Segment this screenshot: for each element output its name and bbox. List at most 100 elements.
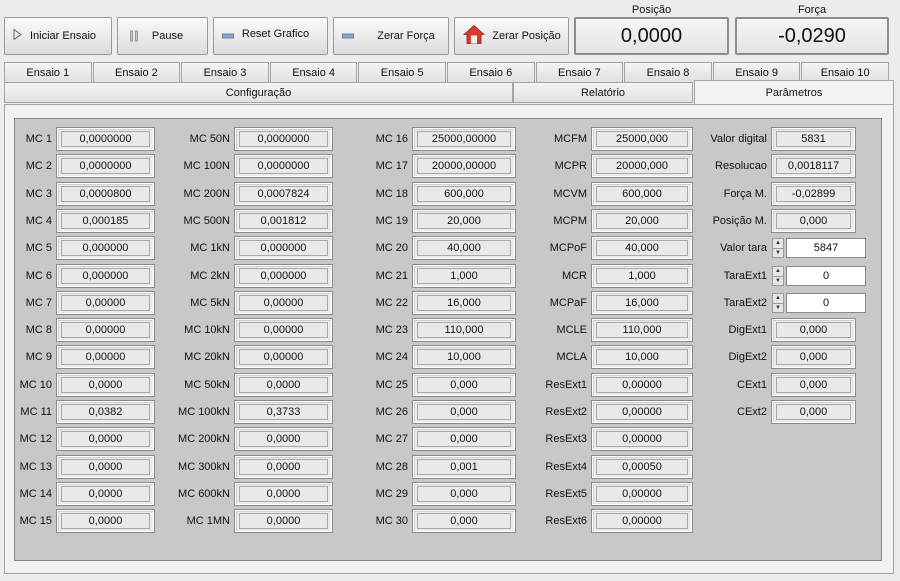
pause-label: Pause	[151, 30, 184, 42]
param-row: MC 20kN 0,00000	[165, 345, 333, 370]
param-label: MC 27	[375, 433, 408, 446]
param-value: 25000,000	[596, 131, 688, 147]
tab-ensaio-6[interactable]: Ensaio 6	[447, 62, 535, 82]
param-value-box: 0,000	[771, 208, 856, 233]
parametros-panel: MC 1 0,0000000 MC 2 0,0000000 MC 3 0,0000800 M…	[4, 104, 894, 574]
param-row: MC 15 0,0000	[15, 509, 155, 534]
zerar-posicao-button[interactable]: Zerar Posição	[454, 17, 569, 55]
param-label: Resolucao	[715, 160, 767, 173]
param-row: MC 20 40,000	[345, 236, 516, 261]
param-row: MC 6 0,000000	[15, 263, 155, 288]
iniciar-ensaio-button[interactable]: Iniciar Ensaio	[4, 17, 112, 55]
param-value-box: 600,000	[412, 181, 516, 206]
param-label: MC 500N	[183, 214, 230, 227]
spinner-arrows-icon[interactable]: ▲ ▼	[772, 292, 784, 313]
param-value: 25000,00000	[417, 131, 511, 147]
tab-ensaio-9[interactable]: Ensaio 9	[712, 62, 801, 82]
tab-ensaio-5[interactable]: Ensaio 5	[358, 62, 446, 82]
param-value-box: 10,000	[591, 345, 693, 370]
param-value-box: 0,00000	[234, 318, 333, 343]
param-label: MC 50N	[189, 133, 230, 145]
param-value-box: 0,0000	[234, 454, 333, 479]
param-value: 0,0000000	[61, 158, 150, 175]
param-label: MC 21	[375, 269, 408, 282]
param-value-box: 0,001812	[234, 208, 333, 233]
tab-ensaio-3[interactable]: Ensaio 3	[181, 62, 269, 82]
param-label: MC 16	[375, 133, 408, 145]
tab-ensaio-10[interactable]: Ensaio 10	[801, 62, 889, 82]
home-icon	[462, 24, 486, 48]
zerar-forca-button[interactable]: Zerar Força	[333, 17, 449, 55]
param-value: 0,001812	[239, 212, 328, 229]
param-row: MC 24 10,000	[345, 345, 516, 370]
param-input[interactable]: 0	[786, 265, 866, 286]
reset-grafico-button[interactable]: Reset Grafico	[213, 17, 328, 55]
param-row: MC 3 0,0000800	[15, 181, 155, 206]
param-value-box: 0,0018117	[771, 154, 856, 179]
param-value: 600,000	[596, 185, 688, 202]
param-value: 0,0000	[61, 513, 150, 530]
param-value-box: 0,00000	[56, 345, 155, 370]
param-label: MC 12	[19, 433, 52, 446]
param-label: ResExt4	[545, 460, 587, 473]
tab-ensaio-4[interactable]: Ensaio 4	[269, 62, 358, 82]
spin-down-icon[interactable]: ▼	[773, 302, 783, 313]
param-row: MC 2 0,0000000	[15, 154, 155, 179]
pause-button[interactable]: Pause	[117, 17, 208, 55]
param-value: 0,001	[417, 458, 511, 475]
param-value: 0,000	[776, 404, 851, 420]
param-value: 0,0000800	[61, 185, 150, 202]
param-input[interactable]: 5847	[786, 238, 866, 259]
spin-down-icon[interactable]: ▼	[773, 248, 783, 258]
tab-relatorio[interactable]: Relatório	[513, 82, 693, 103]
param-value-box: 0,000	[771, 372, 856, 397]
tab-ensaio-2[interactable]: Ensaio 2	[92, 62, 181, 82]
param-value-box: 0,0007824	[234, 181, 333, 206]
param-label: DigExt1	[728, 324, 767, 337]
tab-parametros[interactable]: Parâmetros	[694, 80, 894, 104]
param-value: 0,000000	[239, 267, 328, 284]
spin-up-icon[interactable]: ▲	[773, 294, 783, 303]
param-value-box: 0,00000	[591, 481, 693, 506]
spinner-arrows-icon[interactable]: ▲ ▼	[772, 238, 784, 259]
param-value-box: 20,000	[591, 208, 693, 233]
param-label: TaraExt1	[723, 269, 767, 282]
param-value-box: 110,000	[412, 318, 516, 343]
param-value-box: 0,0000	[234, 509, 333, 534]
param-label: MCFM	[554, 133, 587, 145]
param-value-box: 0,0000000	[56, 154, 155, 179]
param-row: MC 30 0,000	[345, 509, 516, 534]
param-value: 40,000	[596, 240, 688, 257]
param-value: 0,00000	[239, 322, 328, 339]
param-value: 1,000	[596, 267, 688, 284]
param-value-box: 0,000000	[234, 236, 333, 261]
param-row: ResExt4 0,00050	[525, 454, 693, 479]
spinner-arrows-icon[interactable]: ▲ ▼	[772, 265, 784, 286]
param-value-box: 0,000	[412, 427, 516, 452]
tab-ensaio-7[interactable]: Ensaio 7	[535, 62, 624, 82]
param-label: MCLA	[556, 351, 587, 364]
spin-up-icon[interactable]: ▲	[773, 267, 783, 276]
spin-up-icon[interactable]: ▲	[773, 239, 783, 248]
param-value: 20000,000	[596, 158, 688, 175]
param-row: MCPM 20,000	[525, 208, 693, 233]
param-value: 0,000000	[61, 240, 150, 257]
param-value: 0,0000	[239, 513, 328, 530]
param-label: CExt1	[737, 378, 767, 391]
param-value: -0,02899	[776, 185, 851, 202]
param-label: MCPM	[553, 214, 587, 227]
tab-ensaio-8[interactable]: Ensaio 8	[624, 62, 712, 82]
param-row: CExt1 0,000	[705, 372, 856, 397]
tab-ensaio-1[interactable]: Ensaio 1	[4, 62, 92, 82]
spin-down-icon[interactable]: ▼	[773, 275, 783, 286]
param-row: MC 10kN 0,00000	[165, 318, 333, 343]
param-value: 0,00000	[596, 376, 688, 393]
param-value: 10,000	[596, 349, 688, 366]
param-value: 110,000	[417, 322, 511, 339]
param-input[interactable]: 0	[786, 292, 866, 313]
param-label: MCVM	[553, 187, 587, 200]
param-row: ResExt2 0,00000	[525, 400, 693, 424]
param-row: MCPaF 16,000	[525, 290, 693, 315]
tab-configuracao[interactable]: Configuração	[4, 82, 513, 103]
param-value: 0,0382	[61, 404, 150, 420]
